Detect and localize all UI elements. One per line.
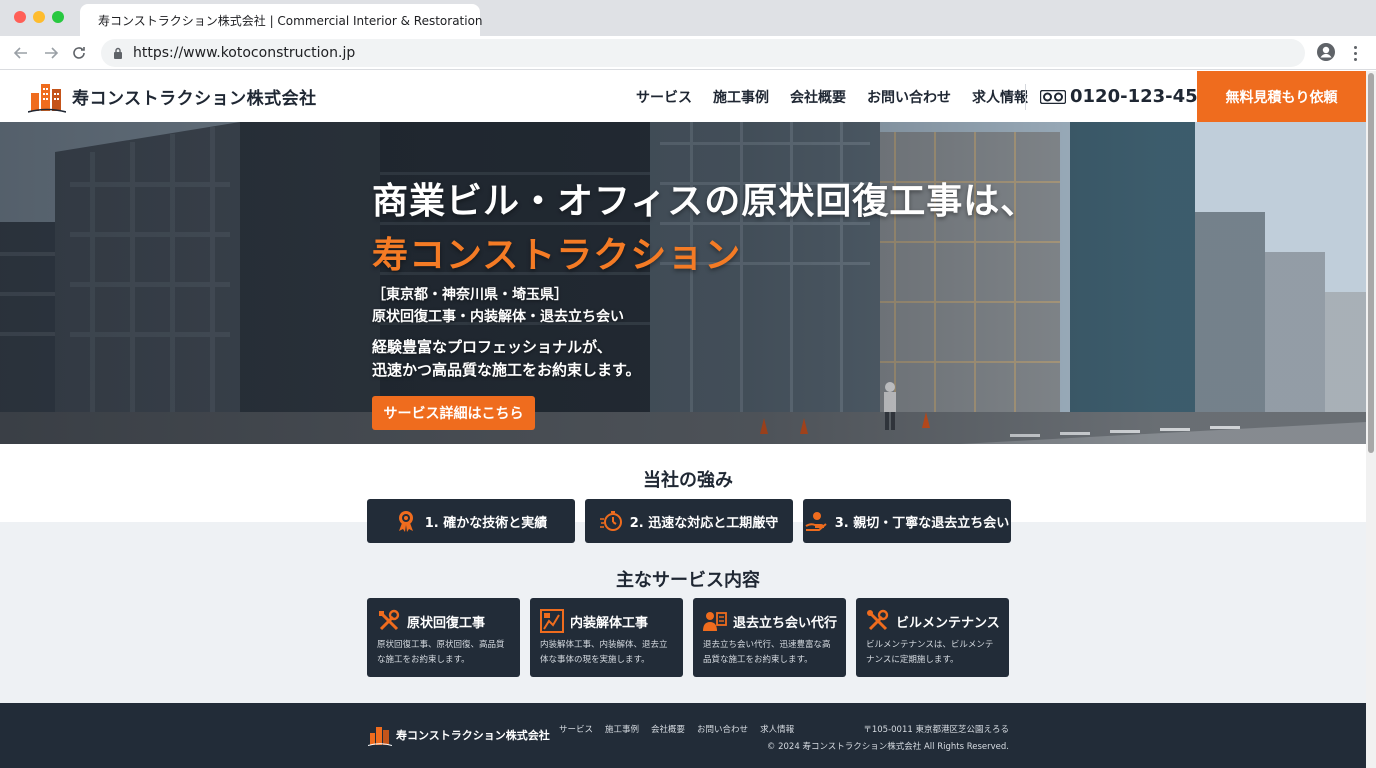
service-card-header: ビルメンテナンス xyxy=(866,608,1000,634)
strength-card-technology[interactable]: 1. 確かな技術と実績 xyxy=(367,499,575,543)
footer-nav-recruit[interactable]: 求人情報 xyxy=(760,723,794,735)
strength-card-inspection[interactable]: 3. 親切・丁寧な退去立ち会い xyxy=(803,499,1011,543)
hero-description-line: 迅速かつ高品質な施工をお約束します。 xyxy=(372,361,641,379)
service-details-button[interactable]: サービス詳細はこちら xyxy=(372,396,535,430)
award-ribbon-icon xyxy=(398,511,413,532)
service-name: 内装解体工事 xyxy=(570,615,649,631)
service-card-restoration[interactable]: 原状回復工事 原状回復工事、原状回復、高品質な施工をお約束します。 xyxy=(367,598,520,677)
inspection-person-icon xyxy=(703,612,727,631)
site-header: 寿コンストラクション株式会社 サービス 施工事例 会社概要 お問い合わせ 求人情… xyxy=(0,71,1366,122)
footer-nav-company[interactable]: 会社概要 xyxy=(651,723,685,735)
hero-content: 商業ビル・オフィスの原状回復工事は、 寿コンストラクション ［東京都・神奈川県・… xyxy=(372,172,1037,430)
free-dial-icon xyxy=(1040,89,1066,104)
hero-description: 経験豊富なプロフェッショナルが、 迅速かつ高品質な施工をお約束します。 xyxy=(372,336,1037,382)
close-window-button[interactable] xyxy=(14,11,26,23)
service-name: 退去立ち会い代行 xyxy=(733,615,838,631)
service-name: 原状回復工事 xyxy=(407,615,486,631)
nav-item-works[interactable]: 施工事例 xyxy=(713,87,769,107)
scrollbar-thumb[interactable] xyxy=(1368,73,1374,453)
hero-brand-title: 寿コンストラクション xyxy=(372,235,742,276)
services-title: 主なサービス内容 xyxy=(616,570,760,591)
demolition-icon xyxy=(540,609,564,633)
strength-label: 3. 親切・丁寧な退去立ち会い xyxy=(834,515,1010,531)
footer-address: 〒105-0011 東京都港区芝公園えろる xyxy=(863,725,1009,735)
service-description: 退去立ち会い代行、迅速豊富な高品質な施工をお約束します。 xyxy=(703,640,831,665)
footer-logo[interactable]: 寿コンストラクション株式会社 xyxy=(368,724,550,746)
strength-label: 1. 確かな技術と実績 xyxy=(424,515,548,531)
browser-titlebar: 寿コンストラクション株式会社 | Commercial Interior & R… xyxy=(0,0,1376,36)
footer-nav: サービス 施工事例 会社概要 お問い合わせ 求人情報 xyxy=(559,723,806,735)
page-scrollbar[interactable] xyxy=(1366,71,1376,768)
service-description: 内装解体工事、内装解体、退去立体な事体の現を実施します。 xyxy=(540,640,668,665)
site-footer: 寿コンストラクション株式会社 サービス 施工事例 会社概要 お問い合わせ 求人情… xyxy=(0,703,1366,768)
phone-link[interactable]: 0120-123-456 xyxy=(1040,71,1210,122)
footer-copyright: © 2024 寿コンストラクション株式会社 All Rights Reserve… xyxy=(766,742,1009,752)
minimize-window-button[interactable] xyxy=(33,11,45,23)
hero-service-area: ［東京都・神奈川県・埼玉県］ xyxy=(372,287,568,303)
forward-arrow-icon[interactable] xyxy=(40,42,62,64)
maximize-window-button[interactable] xyxy=(52,11,64,23)
strength-card-speed[interactable]: 2. 迅速な対応と工期厳守 xyxy=(585,499,793,543)
service-description: ビルメンテナンスは、ビルメンテナンスに定期施します。 xyxy=(866,640,994,665)
service-card-header: 内装解体工事 xyxy=(540,608,673,634)
profile-icon[interactable] xyxy=(1316,42,1336,62)
building-logo-icon xyxy=(368,727,392,746)
hero-service-list: 原状回復工事・内装解体・退去立ち会い xyxy=(372,309,624,325)
strengths-list: 1. 確かな技術と実績 2. 迅速な対応と工期厳守 3. 親切・丁寧な退去立ち会… xyxy=(367,499,1021,543)
address-bar[interactable]: https://www.kotoconstruction.jp xyxy=(101,39,1305,67)
strength-label: 2. 迅速な対応と工期厳守 xyxy=(629,515,779,531)
tab-title: 寿コンストラクション株式会社 | Commercial Interior & R… xyxy=(98,13,483,28)
logo-text: 寿コンストラクション株式会社 xyxy=(72,88,317,109)
footer-nav-services[interactable]: サービス xyxy=(559,723,593,735)
tools-icon xyxy=(867,609,889,631)
building-logo-icon xyxy=(28,84,66,113)
back-arrow-icon[interactable] xyxy=(10,42,32,64)
main-nav: サービス 施工事例 会社概要 お問い合わせ 求人情報 xyxy=(636,71,1049,122)
service-name: ビルメンテナンス xyxy=(896,615,1000,631)
phone-number: 0120-123-456 xyxy=(1070,86,1211,107)
hero-section: 商業ビル・オフィスの原状回復工事は、 寿コンストラクション ［東京都・神奈川県・… xyxy=(0,122,1366,444)
footer-logo-text: 寿コンストラクション株式会社 xyxy=(396,729,550,742)
nav-item-services[interactable]: サービス xyxy=(636,87,692,107)
hero-description-line: 経験豊富なプロフェッショナルが、 xyxy=(372,338,612,356)
nav-divider xyxy=(1025,84,1026,110)
nav-item-contact[interactable]: お問い合わせ xyxy=(867,87,951,107)
services-list: 原状回復工事 原状回復工事、原状回復、高品質な施工をお約束します。 内装解体工事… xyxy=(367,598,1019,677)
url-text: https://www.kotoconstruction.jp xyxy=(133,45,356,61)
hero-title: 商業ビル・オフィスの原状回復工事は、 xyxy=(372,181,1038,222)
nav-item-company[interactable]: 会社概要 xyxy=(790,87,846,107)
free-estimate-button[interactable]: 無料見積もり依頼 xyxy=(1197,71,1366,122)
browser-tab[interactable]: 寿コンストラクション株式会社 | Commercial Interior & R… xyxy=(80,4,483,36)
service-description: 原状回復工事、原状回復、高品質な施工をお約束します。 xyxy=(377,640,505,665)
footer-nav-contact[interactable]: お問い合わせ xyxy=(697,723,748,735)
lock-icon xyxy=(114,47,122,59)
service-card-header: 原状回復工事 xyxy=(377,608,510,634)
helping-hand-icon xyxy=(805,512,827,531)
service-card-header: 退去立ち会い代行 xyxy=(703,608,838,634)
browser-toolbar: https://www.kotoconstruction.jp xyxy=(0,36,1376,70)
nav-item-recruit[interactable]: 求人情報 xyxy=(972,87,1028,107)
service-card-demolition[interactable]: 内装解体工事 内装解体工事、内装解体、退去立体な事体の現を実施します。 xyxy=(530,598,683,677)
wrench-screwdriver-icon xyxy=(379,609,400,631)
service-card-inspection[interactable]: 退去立ち会い代行 退去立ち会い代行、迅速豊富な高品質な施工をお約束します。 xyxy=(693,598,846,677)
site-logo[interactable]: 寿コンストラクション株式会社 xyxy=(28,79,317,113)
strengths-title: 当社の強み xyxy=(643,470,733,491)
service-card-maintenance[interactable]: ビルメンテナンス ビルメンテナンスは、ビルメンテナンスに定期施します。 xyxy=(856,598,1009,677)
reload-icon[interactable] xyxy=(68,42,90,64)
more-options-icon[interactable] xyxy=(1348,43,1362,63)
footer-nav-works[interactable]: 施工事例 xyxy=(605,723,639,735)
stopwatch-icon xyxy=(599,511,622,531)
